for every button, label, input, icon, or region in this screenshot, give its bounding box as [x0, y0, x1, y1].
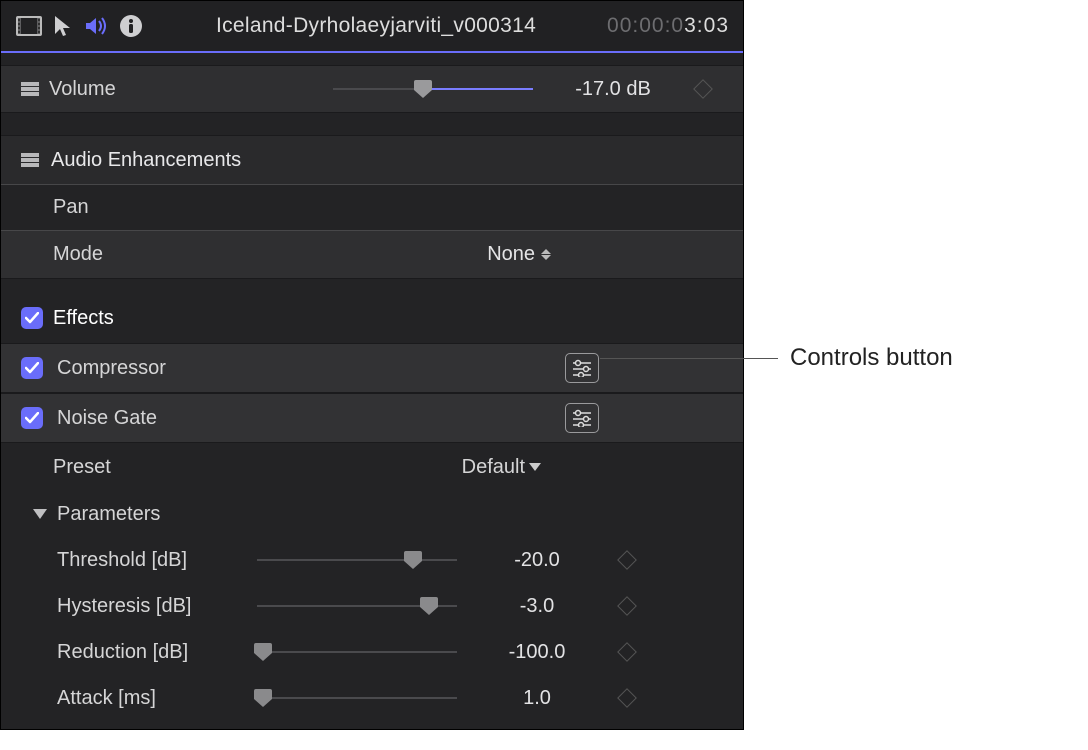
- chevron-down-icon: [529, 463, 541, 471]
- inspector-header: Iceland-Dyrholaeyjarviti_v000314 00:00:0…: [1, 1, 743, 53]
- pan-mode-dropdown[interactable]: None: [487, 243, 691, 266]
- volume-label: Volume: [49, 78, 116, 101]
- updown-icon: [541, 249, 551, 260]
- param-label: Attack [ms]: [57, 687, 237, 710]
- param-slider[interactable]: [257, 688, 457, 708]
- param-value[interactable]: -100.0: [477, 641, 597, 664]
- callout-text: Controls button: [790, 344, 953, 372]
- pan-mode-label: Mode: [53, 243, 479, 266]
- param-reduction-row: Reduction [dB] -100.0: [1, 629, 743, 675]
- cursor-icon[interactable]: [49, 12, 77, 40]
- effects-label: Effects: [53, 307, 114, 330]
- effects-checkbox[interactable]: [21, 307, 43, 329]
- audio-inspector-panel: Iceland-Dyrholaeyjarviti_v000314 00:00:0…: [0, 0, 744, 730]
- controls-button[interactable]: [565, 353, 599, 383]
- preset-row: Preset Default: [1, 443, 743, 491]
- timecode: 00:00:03:03: [607, 14, 729, 38]
- parameters-header[interactable]: Parameters: [1, 491, 743, 537]
- param-label: Hysteresis [dB]: [57, 595, 237, 618]
- volume-value[interactable]: -17.0 dB: [553, 78, 673, 101]
- video-icon[interactable]: [15, 12, 43, 40]
- param-label: Threshold [dB]: [57, 549, 237, 572]
- param-value[interactable]: 1.0: [477, 687, 597, 710]
- param-attack-row: Attack [ms] 1.0: [1, 675, 743, 721]
- volume-fill: [423, 88, 533, 90]
- preset-dropdown[interactable]: Default: [462, 456, 691, 479]
- param-hysteresis-row: Hysteresis [dB] -3.0: [1, 583, 743, 629]
- keyframe-button[interactable]: [607, 553, 647, 567]
- effect-compressor-row[interactable]: Compressor: [1, 343, 743, 393]
- param-label: Reduction [dB]: [57, 641, 237, 664]
- preset-value: Default: [462, 456, 525, 479]
- volume-slider[interactable]: [333, 79, 533, 99]
- compressor-checkbox[interactable]: [21, 357, 43, 379]
- effect-noisegate-row[interactable]: Noise Gate: [1, 393, 743, 443]
- collapse-icon[interactable]: [21, 82, 39, 96]
- audio-enhancements-label: Audio Enhancements: [51, 149, 241, 172]
- info-icon[interactable]: [117, 12, 145, 40]
- audio-enhancements-header[interactable]: Audio Enhancements: [1, 135, 743, 185]
- pan-header[interactable]: Pan: [1, 185, 743, 231]
- param-value[interactable]: -20.0: [477, 549, 597, 572]
- controls-button[interactable]: [565, 403, 599, 433]
- keyframe-button[interactable]: [683, 82, 723, 96]
- parameters-label: Parameters: [57, 503, 160, 526]
- param-threshold-row: Threshold [dB] -20.0: [1, 537, 743, 583]
- noisegate-label: Noise Gate: [57, 407, 551, 430]
- callout-line: [600, 358, 778, 359]
- pan-mode-row: Mode None: [1, 231, 743, 279]
- pan-label: Pan: [53, 196, 89, 219]
- preset-label: Preset: [53, 456, 454, 479]
- compressor-label: Compressor: [57, 357, 551, 380]
- noisegate-checkbox[interactable]: [21, 407, 43, 429]
- keyframe-button[interactable]: [607, 599, 647, 613]
- disclosure-triangle-icon[interactable]: [33, 509, 47, 519]
- keyframe-button[interactable]: [607, 645, 647, 659]
- pan-mode-value: None: [487, 243, 535, 266]
- audio-icon[interactable]: [83, 12, 111, 40]
- collapse-icon[interactable]: [21, 153, 39, 167]
- param-slider[interactable]: [257, 642, 457, 662]
- param-slider[interactable]: [257, 596, 457, 616]
- clip-title: Iceland-Dyrholaeyjarviti_v000314: [151, 14, 601, 38]
- param-slider[interactable]: [257, 550, 457, 570]
- keyframe-button[interactable]: [607, 691, 647, 705]
- effects-header[interactable]: Effects: [1, 293, 743, 343]
- param-value[interactable]: -3.0: [477, 595, 597, 618]
- param-hold-row: Hold [ms] 0: [1, 721, 743, 730]
- volume-row: Volume -17.0 dB: [1, 65, 743, 113]
